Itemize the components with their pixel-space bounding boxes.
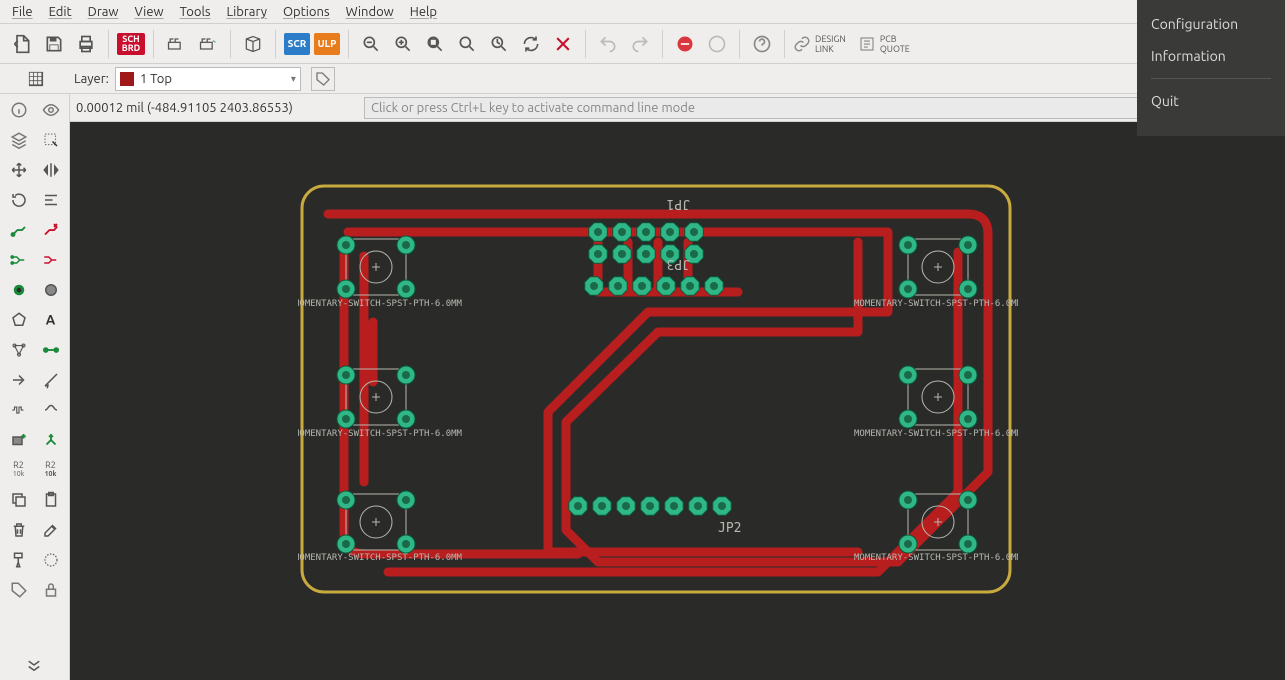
svg-text:MOMENTARY-SWITCH-SPST-PTH-6.0M: MOMENTARY-SWITCH-SPST-PTH-6.0MM xyxy=(854,553,1018,563)
main-toolbar: SCHBRD SCR ULP DESIGNLINK PCBQUOTE xyxy=(0,24,1285,64)
svg-text:MOMENTARY-SWITCH-SPST-PTH-6.0M: MOMENTARY-SWITCH-SPST-PTH-6.0MM xyxy=(854,299,1018,309)
replace-tool[interactable] xyxy=(6,368,32,392)
svg-text:JP3: JP3 xyxy=(667,256,690,271)
name-tool[interactable]: R210k xyxy=(6,458,32,482)
text-tool[interactable]: A xyxy=(38,308,64,332)
svg-text:MOMENTARY-SWITCH-SPST-PTH-6.0M: MOMENTARY-SWITCH-SPST-PTH-6.0MM xyxy=(298,429,463,439)
paste-tool[interactable] xyxy=(38,488,64,512)
design-link-button[interactable]: DESIGNLINK xyxy=(793,34,846,54)
value-tool[interactable]: R210k xyxy=(38,458,64,482)
svg-text:JP2: JP2 xyxy=(718,521,741,536)
pcb-quote-button[interactable]: PCBQUOTE xyxy=(858,34,910,54)
polygon-tool[interactable] xyxy=(6,308,32,332)
menu-help[interactable]: Help xyxy=(402,3,445,21)
library-button[interactable] xyxy=(239,30,267,58)
coordinates-readout: 0.00012 mil (-484.91105 2403.86553) xyxy=(76,101,356,115)
open-button[interactable] xyxy=(8,30,36,58)
miter-tool[interactable] xyxy=(38,398,64,422)
layer-current: 1 Top xyxy=(140,72,172,86)
menu-configuration[interactable]: Configuration xyxy=(1137,8,1285,40)
menu-separator xyxy=(1151,78,1271,79)
attribute-tool[interactable] xyxy=(6,578,32,602)
status-row: 0.00012 mil (-484.91105 2403.86553) Clic… xyxy=(0,94,1285,122)
save-button[interactable] xyxy=(40,30,68,58)
zoom-fit-button[interactable] xyxy=(421,30,449,58)
menu-options[interactable]: Options xyxy=(275,3,338,21)
ripup-tool[interactable] xyxy=(38,218,64,242)
layer-bar: Layer: 1 Top ▾ xyxy=(0,64,1285,94)
stop-button[interactable] xyxy=(671,30,699,58)
svg-text:MOMENTARY-SWITCH-SPST-PTH-6.0M: MOMENTARY-SWITCH-SPST-PTH-6.0MM xyxy=(298,299,463,309)
zoom-select-button[interactable] xyxy=(453,30,481,58)
help-button[interactable] xyxy=(748,30,776,58)
split-tool[interactable] xyxy=(38,368,64,392)
menubar: File Edit Draw View Tools Library Option… xyxy=(0,0,1285,24)
wire-tool[interactable] xyxy=(38,338,64,362)
add-device-tool[interactable] xyxy=(38,428,64,452)
left-tool-palette: A R210k R210k xyxy=(0,94,70,680)
svg-text:MOMENTARY-SWITCH-SPST-PTH-6.0M: MOMENTARY-SWITCH-SPST-PTH-6.0MM xyxy=(298,553,463,563)
move-tool[interactable] xyxy=(6,158,32,182)
menu-library[interactable]: Library xyxy=(219,3,275,21)
ulp-button[interactable]: ULP xyxy=(314,33,340,55)
manufacturing-button[interactable] xyxy=(194,30,222,58)
pcb-drawing: MOMENTARY-SWITCH-SPST-PTH-6.0MM MOMENTAR… xyxy=(298,182,1018,602)
layer-swatch-icon xyxy=(120,72,134,86)
add-part-tool[interactable] xyxy=(6,428,32,452)
svg-text:JP1: JP1 xyxy=(667,196,690,211)
route-multi-tool[interactable] xyxy=(6,248,32,272)
svg-text:A: A xyxy=(45,312,55,328)
mirror-tool[interactable] xyxy=(38,158,64,182)
zoom-out-button[interactable] xyxy=(357,30,385,58)
go-button[interactable] xyxy=(703,30,731,58)
rotate-tool[interactable] xyxy=(6,188,32,212)
dropdown-caret-icon: ▾ xyxy=(291,73,296,85)
menu-quit[interactable]: Quit xyxy=(1137,85,1285,117)
cancel-button[interactable] xyxy=(549,30,577,58)
menu-edit[interactable]: Edit xyxy=(41,3,80,21)
layer-label: Layer: xyxy=(74,72,109,86)
lock-tool[interactable] xyxy=(38,578,64,602)
zoom-redraw-button[interactable] xyxy=(485,30,513,58)
pcb-canvas[interactable]: MOMENTARY-SWITCH-SPST-PTH-6.0MM MOMENTAR… xyxy=(70,122,1285,680)
expand-tools-icon[interactable] xyxy=(25,659,43,674)
layer-select[interactable]: 1 Top ▾ xyxy=(115,67,301,91)
scr-button[interactable]: SCR xyxy=(284,33,310,55)
redo-button[interactable] xyxy=(626,30,654,58)
show-tool[interactable] xyxy=(38,98,64,122)
svg-text:MOMENTARY-SWITCH-SPST-PTH-6.0M: MOMENTARY-SWITCH-SPST-PTH-6.0MM xyxy=(854,429,1018,439)
refresh-button[interactable] xyxy=(517,30,545,58)
menu-draw[interactable]: Draw xyxy=(80,3,127,21)
delete-tool[interactable] xyxy=(6,518,32,542)
info-tool[interactable] xyxy=(6,98,32,122)
net-tool[interactable] xyxy=(6,338,32,362)
menu-window[interactable]: Window xyxy=(338,3,402,21)
app-menu-panel: Configuration Information Quit xyxy=(1137,0,1285,136)
hole-tool[interactable] xyxy=(38,278,64,302)
print-button[interactable] xyxy=(72,30,100,58)
menu-view[interactable]: View xyxy=(127,3,172,21)
zoom-in-button[interactable] xyxy=(389,30,417,58)
grid-button[interactable] xyxy=(22,67,50,91)
route-tool[interactable] xyxy=(6,218,32,242)
menu-file[interactable]: File xyxy=(4,3,41,21)
marquee-tool[interactable] xyxy=(38,128,64,152)
ripup-multi-tool[interactable] xyxy=(38,248,64,272)
layer-tool[interactable] xyxy=(6,128,32,152)
tag-button[interactable] xyxy=(311,67,335,91)
menu-information[interactable]: Information xyxy=(1137,40,1285,72)
copy-tool[interactable] xyxy=(6,488,32,512)
paint-tool[interactable] xyxy=(6,548,32,572)
undo-button[interactable] xyxy=(594,30,622,58)
align-tool[interactable] xyxy=(38,188,64,212)
drc-tool[interactable] xyxy=(38,548,64,572)
via-tool[interactable] xyxy=(6,278,32,302)
change-tool[interactable] xyxy=(38,518,64,542)
cam-button[interactable] xyxy=(162,30,190,58)
sch-brd-switch-button[interactable]: SCHBRD xyxy=(117,33,145,55)
menu-tools[interactable]: Tools xyxy=(172,3,219,21)
meander-tool[interactable] xyxy=(6,398,32,422)
